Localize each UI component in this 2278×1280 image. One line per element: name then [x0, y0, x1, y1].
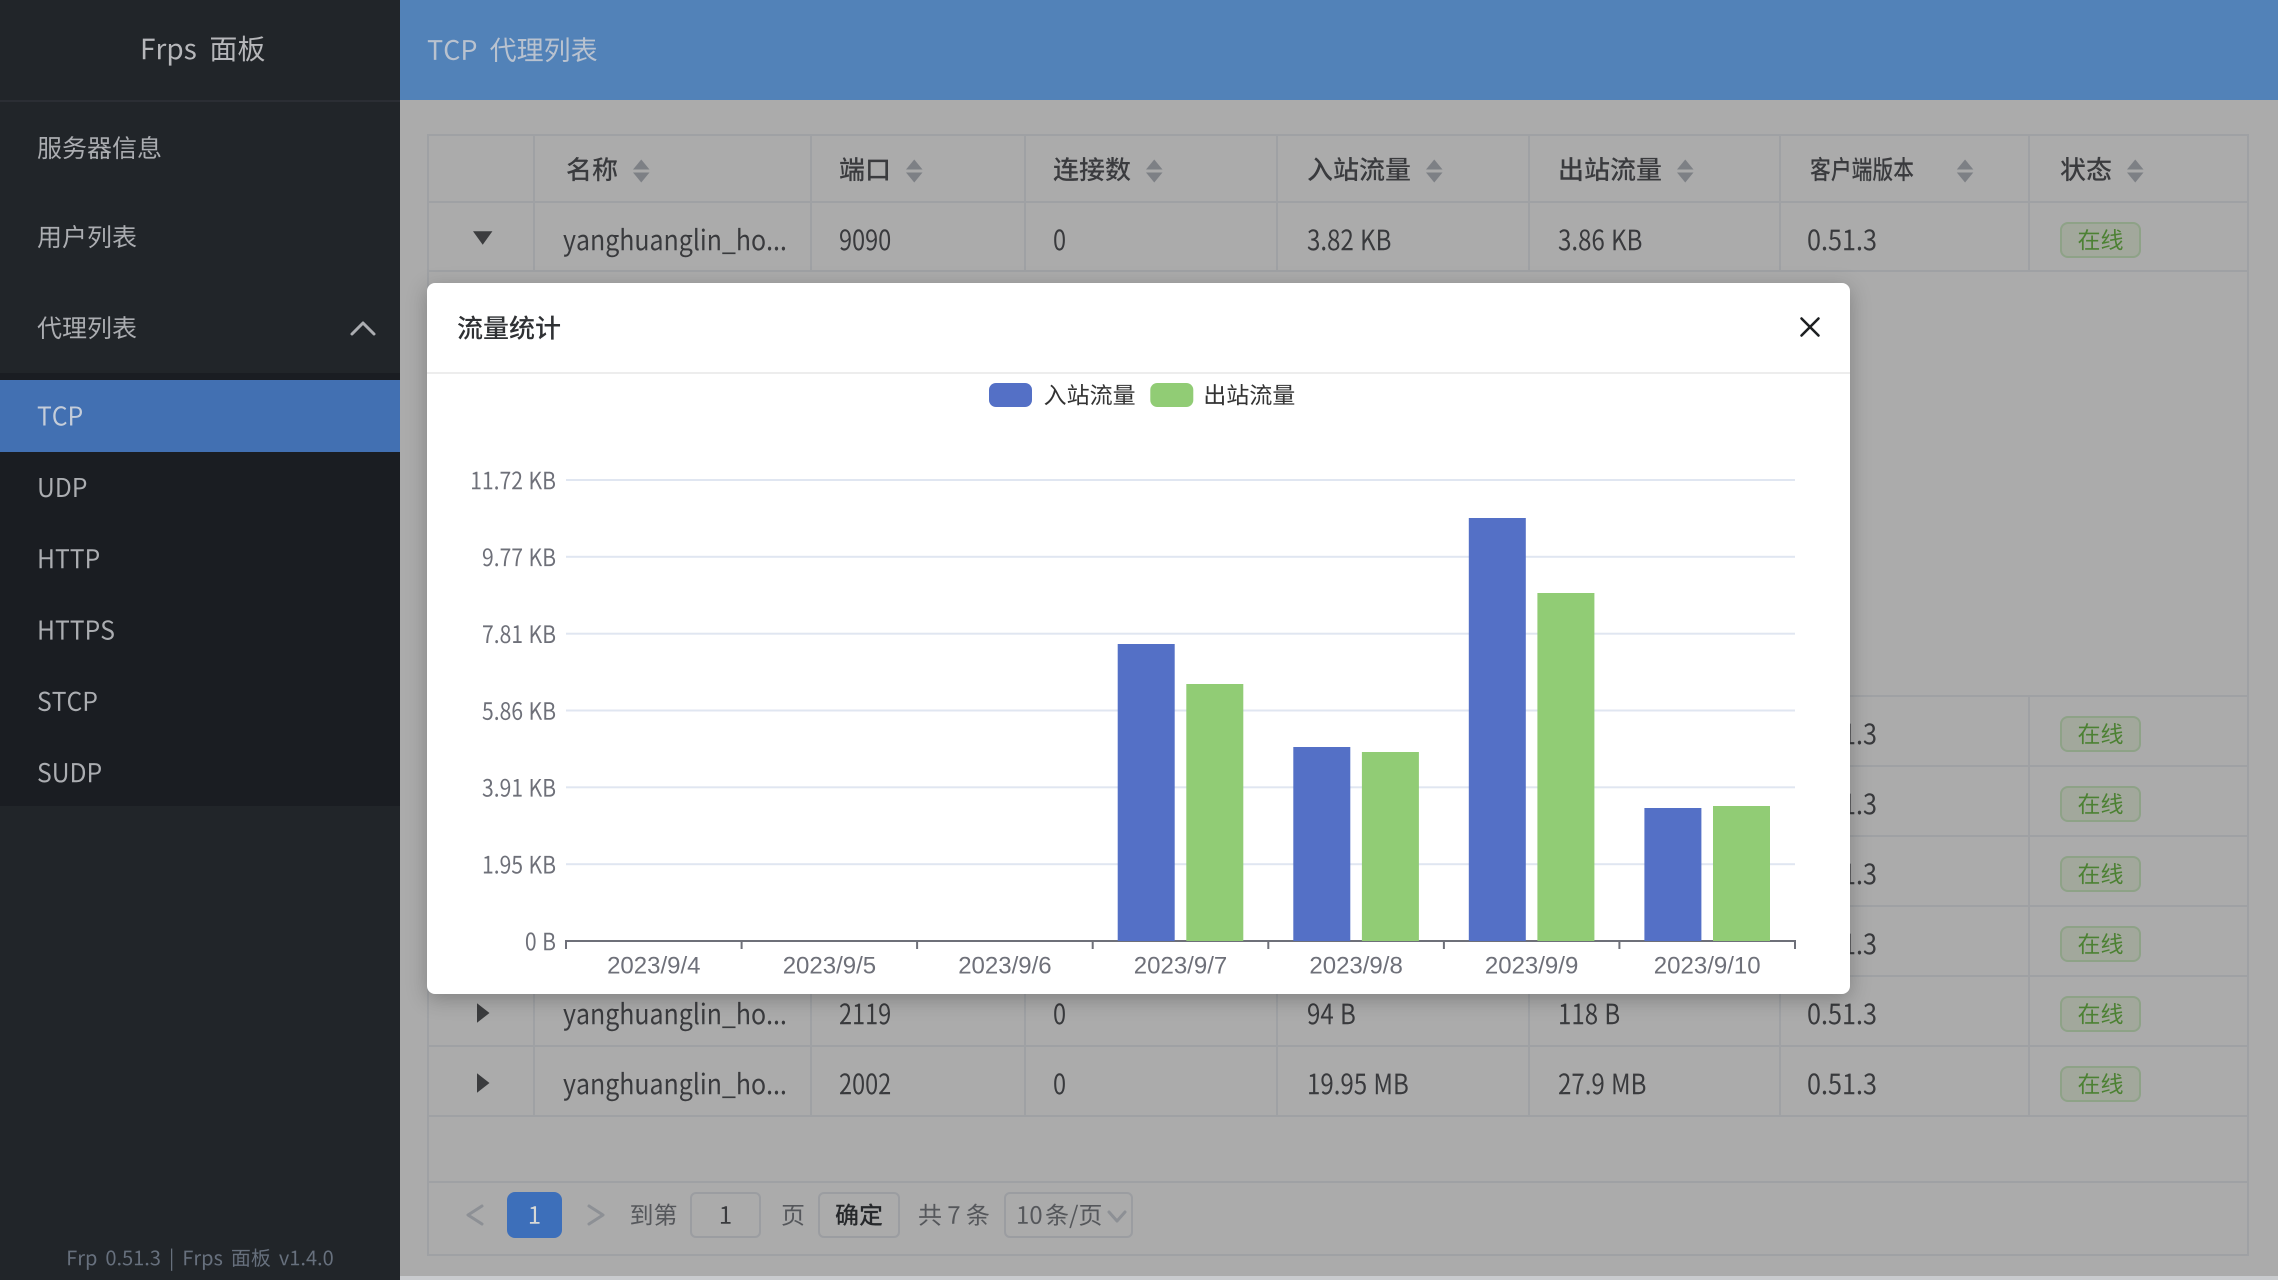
svg-text:2023/9/10: 2023/9/10 [1654, 953, 1761, 980]
svg-text:2023/9/9: 2023/9/9 [1485, 953, 1578, 980]
svg-text:2023/9/7: 2023/9/7 [1134, 953, 1227, 980]
svg-text:2023/9/6: 2023/9/6 [958, 953, 1051, 980]
svg-text:2023/9/4: 2023/9/4 [607, 953, 700, 980]
svg-text:2023/9/5: 2023/9/5 [783, 953, 876, 980]
svg-text:2023/9/8: 2023/9/8 [1309, 953, 1402, 980]
